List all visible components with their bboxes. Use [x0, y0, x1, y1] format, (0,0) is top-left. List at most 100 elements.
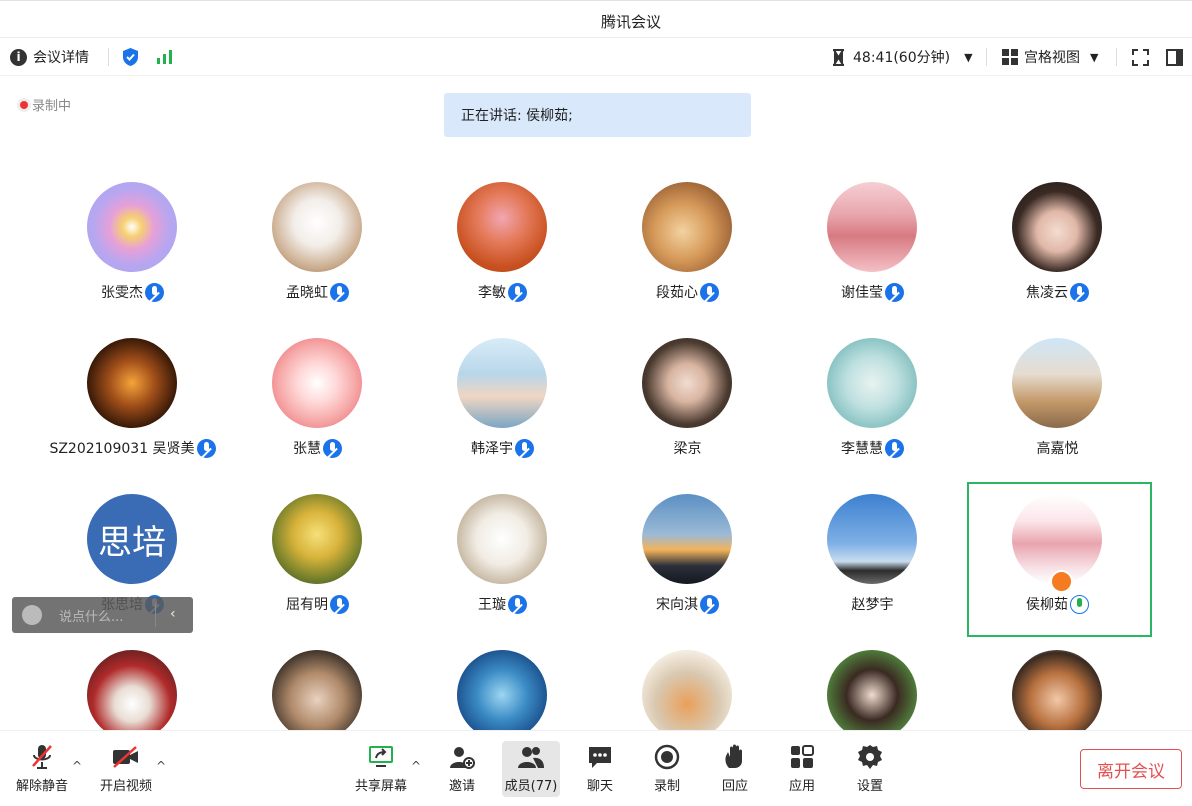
raise-hand-icon — [725, 744, 742, 768]
participant-name: 焦凌云 — [965, 282, 1150, 302]
chat-bubble-icon — [589, 747, 611, 768]
participant-tile[interactable]: 屈有明 — [225, 494, 410, 650]
settings-button[interactable]: 设置 — [854, 731, 886, 802]
participant-name-text: 焦凌云 — [1026, 285, 1068, 301]
mic-muted-icon — [145, 282, 164, 302]
react-button[interactable]: 回应 — [718, 731, 752, 802]
participant-name-text: 梁京 — [673, 441, 702, 457]
participant-name-text: 屈有明 — [286, 597, 328, 613]
mic-muted-icon — [508, 282, 527, 302]
participant-tile[interactable]: 谢佳莹 — [780, 182, 965, 338]
unmute-button[interactable]: 解除静音 — [12, 731, 72, 802]
leave-meeting-button[interactable]: 离开会议 — [1080, 749, 1182, 789]
avatar — [87, 182, 177, 272]
participant-tile[interactable]: 梁京 — [595, 338, 780, 494]
avatar — [827, 338, 917, 428]
start-video-button[interactable]: 开启视频 — [96, 731, 156, 802]
participant-name-text: 韩泽宇 — [471, 441, 513, 457]
members-label: 成员(77) — [504, 779, 558, 794]
avatar — [272, 182, 362, 272]
emoji-icon[interactable] — [22, 605, 42, 625]
participant-tile[interactable]: 张雯杰 — [40, 182, 225, 338]
chat-label: 聊天 — [586, 779, 613, 794]
participant-name: 段茹心 — [595, 282, 780, 302]
participant-tile[interactable]: 王璇 — [410, 494, 595, 650]
mic-muted-icon — [885, 438, 904, 458]
unmute-label: 解除静音 — [15, 779, 68, 794]
avatar — [457, 338, 547, 428]
participant-tile[interactable]: 段茹心 — [595, 182, 780, 338]
avatar — [642, 494, 732, 584]
avatar — [1012, 338, 1102, 428]
participant-name: 王璇 — [410, 594, 595, 614]
participant-name: 梁京 — [595, 438, 780, 458]
participant-tile[interactable]: 张慧 — [225, 338, 410, 494]
divider — [155, 603, 156, 627]
host-badge-icon — [1050, 570, 1073, 593]
participant-name: 屈有明 — [225, 594, 410, 614]
start-video-label: 开启视频 — [99, 779, 152, 794]
quick-chat-box[interactable]: 说点什么... ‹ — [12, 597, 193, 633]
avatar — [1012, 650, 1102, 740]
invite-label: 邀请 — [448, 779, 475, 794]
record-button[interactable]: 录制 — [650, 731, 684, 802]
participant-tile[interactable]: 孟晓虹 — [225, 182, 410, 338]
participant-name: 李慧慧 — [780, 438, 965, 458]
share-screen-label: 共享屏幕 — [354, 779, 407, 794]
participant-name: 韩泽宇 — [410, 438, 595, 458]
record-icon — [654, 744, 680, 770]
participant-tile[interactable]: 赵梦宇 — [780, 494, 965, 650]
collapse-chevron-icon[interactable]: ‹ — [170, 606, 176, 622]
avatar — [457, 182, 547, 272]
participant-name: 高嘉悦 — [965, 438, 1150, 458]
avatar — [87, 338, 177, 428]
participant-tile[interactable]: SZ202109031 吴贤美 — [40, 338, 225, 494]
chat-placeholder[interactable]: 说点什么... — [59, 606, 123, 625]
mic-muted-icon — [323, 438, 342, 458]
apps-button[interactable]: 应用 — [786, 731, 818, 802]
audio-options-chevron-icon[interactable]: ^ — [72, 759, 82, 773]
apps-grid-icon — [791, 745, 814, 768]
participant-tile[interactable]: 高嘉悦 — [965, 338, 1150, 494]
mic-muted-icon — [700, 282, 719, 302]
avatar — [827, 182, 917, 272]
mic-muted-icon — [508, 594, 527, 614]
chat-button[interactable]: 聊天 — [584, 731, 616, 802]
participant-tile[interactable]: 李敏 — [410, 182, 595, 338]
participant-tile[interactable]: 李慧慧 — [780, 338, 965, 494]
gear-icon — [858, 745, 882, 769]
apps-label: 应用 — [788, 779, 815, 794]
video-options-chevron-icon[interactable]: ^ — [156, 759, 166, 773]
avatar: 思培 — [87, 494, 177, 584]
invite-button[interactable]: 邀请 — [444, 731, 480, 802]
share-screen-button[interactable]: 共享屏幕 — [350, 731, 412, 802]
participant-tile[interactable]: 宋向淇 — [595, 494, 780, 650]
share-screen-icon — [369, 746, 393, 767]
participant-name-text: 张雯杰 — [101, 285, 143, 301]
avatar — [642, 182, 732, 272]
participant-name: 张慧 — [225, 438, 410, 458]
mic-muted-icon — [885, 282, 904, 302]
participant-name-text: 谢佳莹 — [841, 285, 883, 301]
avatar — [87, 650, 177, 740]
share-options-chevron-icon[interactable]: ^ — [411, 759, 421, 773]
mic-muted-icon — [515, 438, 534, 458]
members-icon — [518, 747, 544, 768]
avatar — [272, 338, 362, 428]
participant-name-text: 张慧 — [293, 441, 321, 457]
avatar — [642, 338, 732, 428]
record-label: 录制 — [653, 779, 680, 794]
active-speaker-highlight — [967, 482, 1152, 637]
participant-name: 赵梦宇 — [780, 594, 965, 614]
participant-tile[interactable]: 焦凌云 — [965, 182, 1150, 338]
avatar — [1012, 182, 1102, 272]
participant-name-text: 李敏 — [478, 285, 506, 301]
members-button[interactable]: 成员(77) — [502, 731, 560, 802]
participant-tile[interactable]: 韩泽宇 — [410, 338, 595, 494]
mic-muted-icon — [1070, 282, 1089, 302]
participant-name: SZ202109031 吴贤美 — [40, 438, 225, 458]
avatar — [457, 650, 547, 740]
mic-muted-icon — [32, 745, 52, 769]
avatar — [272, 650, 362, 740]
participant-name-text: 李慧慧 — [841, 441, 883, 457]
